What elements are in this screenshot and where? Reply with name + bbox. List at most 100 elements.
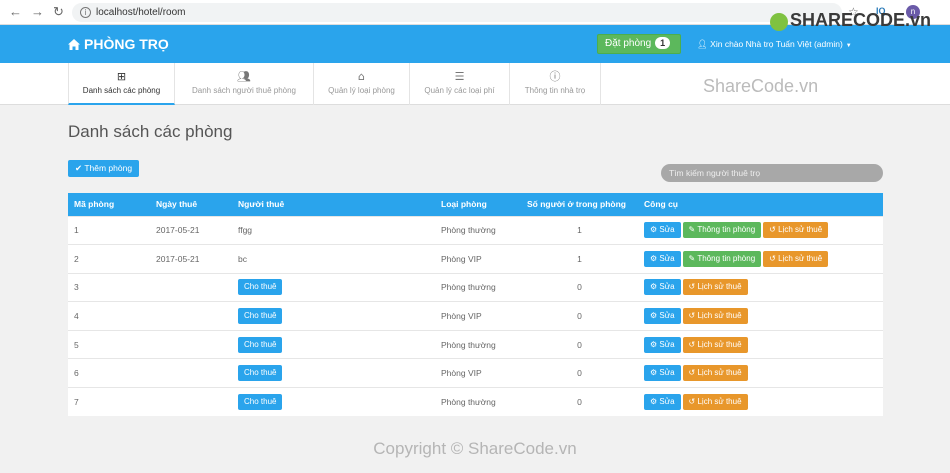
room-info-label: Thông tin phòng <box>697 253 756 263</box>
url-text: localhost/hotel/room <box>96 7 186 18</box>
rent-history-button[interactable]: ↺ Lịch sử thuê <box>763 222 829 239</box>
page-title: Danh sách các phòng <box>68 122 233 141</box>
tenant-cell: Cho thuê <box>232 301 435 331</box>
rent-out-button[interactable]: Cho thuê <box>238 308 283 325</box>
room-type-cell: Phòng thường <box>435 329 521 359</box>
rent-history-button[interactable]: ↺ Lịch sử thuê <box>682 336 748 353</box>
booking-button[interactable]: Đặt phòng 1 <box>597 34 681 54</box>
column-header: Loại phòng <box>435 193 521 216</box>
info-icon: ⓘ <box>549 70 561 83</box>
edit-label: Sửa <box>659 225 675 235</box>
room-id-cell: 5 <box>68 329 150 359</box>
edit-button[interactable]: ⚙ Sửa <box>644 222 681 239</box>
rent-history-label: Lịch sử thuê <box>697 397 742 407</box>
tenant-cell: Cho thuê <box>232 358 435 388</box>
users-icon: 👥︎ <box>237 70 251 83</box>
rent-out-button[interactable]: Cho thuê <box>238 394 283 411</box>
tab-room-types[interactable]: ⌂ Quản lý loại phòng <box>314 63 410 105</box>
tab-label: Danh sách người thuê phòng <box>191 86 296 95</box>
rent-date-cell <box>150 301 232 331</box>
occupant-count-cell: 1 <box>521 215 638 245</box>
watermark-top: SHARECODE.vn <box>790 10 932 30</box>
table-row: 5 Cho thuê Phòng thường 0 ⚙ Sửa ↺ Lịch sử thu… <box>68 329 883 359</box>
edit-button[interactable]: ⚙ Sửa <box>644 250 681 267</box>
edit-button[interactable]: ⚙ Sửa <box>644 394 681 411</box>
edit-button[interactable]: ⚙ Sửa <box>644 365 681 382</box>
tab-label: Danh sách các phòng <box>82 86 161 95</box>
rent-date-cell <box>150 329 232 359</box>
edit-label: Sửa <box>659 253 675 263</box>
home-icon <box>68 39 80 50</box>
rent-history-button[interactable]: ↺ Lịch sử thuê <box>682 279 748 296</box>
room-type-cell: Phòng thường <box>435 272 521 302</box>
tab-room-list[interactable]: ⊞ Danh sách các phòng <box>68 63 175 105</box>
tab-tenant-list[interactable]: 👥︎ Danh sách người thuê phòng <box>175 63 314 105</box>
site-info-icon[interactable]: i <box>80 7 91 18</box>
rent-date-cell <box>150 358 232 388</box>
occupant-count-cell: 0 <box>521 387 638 417</box>
add-room-button[interactable]: ✔ Thêm phòng <box>68 160 140 177</box>
rent-history-button[interactable]: ↺ Lịch sử thuê <box>682 365 748 382</box>
room-info-label: Thông tin phòng <box>697 225 756 235</box>
add-room-label: Thêm phòng <box>84 163 133 173</box>
edit-button[interactable]: ⚙ Sửa <box>644 336 681 353</box>
occupant-count-cell: 0 <box>521 329 638 359</box>
rent-history-button[interactable]: ↺ Lịch sử thuê <box>763 250 829 267</box>
tenant-search-input[interactable]: Tìm kiếm người thuê trọ <box>661 164 883 182</box>
occupant-count-cell: 1 <box>521 244 638 274</box>
room-type-cell: Phòng thường <box>435 387 521 417</box>
forward-icon[interactable]: → <box>31 5 44 19</box>
gear-icon: ⚙ <box>650 225 660 235</box>
edit-label: Sửa <box>659 339 675 349</box>
rent-date-cell <box>150 387 232 417</box>
edit-button[interactable]: ⚙ Sửa <box>644 308 681 325</box>
column-header: Mã phòng <box>68 193 150 216</box>
table-row: 6 Cho thuê Phòng VIP 0 ⚙ Sửa ↺ Lịch sử thuê <box>68 358 883 388</box>
rent-history-button[interactable]: ↺ Lịch sử thuê <box>682 308 748 325</box>
edit-button[interactable]: ⚙ Sửa <box>644 279 681 296</box>
rent-date-cell <box>150 272 232 302</box>
tab-info[interactable]: ⓘ Thông tin nhà trọ <box>510 63 601 105</box>
reload-icon[interactable]: ↻ <box>53 5 64 19</box>
edit-label: Sửa <box>659 311 675 321</box>
room-table: Mã phòng Ngày thuê Người thuê Loại phòng… <box>68 193 883 417</box>
column-header: Công cụ <box>638 193 883 216</box>
tenant-cell: bc <box>232 244 435 274</box>
sharecode-logo-icon <box>770 13 788 31</box>
table-header-row: Mã phòng Ngày thuê Người thuê Loại phòng… <box>68 193 883 216</box>
tools-cell: ⚙ Sửa ↺ Lịch sử thuê <box>638 329 883 359</box>
rent-history-button[interactable]: ↺ Lịch sử thuê <box>682 394 748 411</box>
room-id-cell: 1 <box>68 215 150 245</box>
occupant-count-cell: 0 <box>521 301 638 331</box>
booking-label: Đặt phòng <box>605 38 652 49</box>
history-icon: ↺ <box>769 225 779 235</box>
edit-icon: ✎ <box>688 225 698 235</box>
rent-history-label: Lịch sử thuê <box>697 311 742 321</box>
edit-label: Sửa <box>659 282 675 292</box>
rent-out-button[interactable]: Cho thuê <box>238 336 283 353</box>
gear-icon: ⚙ <box>650 311 660 321</box>
user-icon: 👤︎ <box>697 40 708 50</box>
gear-icon: ⚙ <box>650 339 660 349</box>
gear-icon: ⚙ <box>650 282 660 292</box>
gear-icon: ⚙ <box>650 397 660 407</box>
user-menu[interactable]: 👤︎ Xin chào Nhà trọ Tuấn Việt (admin) ▼ <box>697 39 852 50</box>
room-type-cell: Phòng VIP <box>435 358 521 388</box>
room-info-button[interactable]: ✎ Thông tin phòng <box>682 250 762 267</box>
table-row: 7 Cho thuê Phòng thường 0 ⚙ Sửa ↺ Lịch sử thu… <box>68 387 883 417</box>
history-icon: ↺ <box>769 253 779 263</box>
table-row: 2 2017-05-21 bc Phòng VIP 1 ⚙ Sửa ✎ Thông tin … <box>68 244 883 274</box>
room-info-button[interactable]: ✎ Thông tin phòng <box>682 222 762 239</box>
tab-fees[interactable]: ☰ Quản lý các loại phí <box>410 63 510 105</box>
rent-out-button[interactable]: Cho thuê <box>238 279 283 296</box>
rent-out-button[interactable]: Cho thuê <box>238 365 283 382</box>
rent-date-cell: 2017-05-21 <box>150 215 232 245</box>
watermark-copyright: Copyright © ShareCode.vn <box>373 439 577 458</box>
rent-history-label: Lịch sử thuê <box>697 339 742 349</box>
address-bar[interactable]: i localhost/hotel/room <box>72 3 842 22</box>
back-icon[interactable]: ← <box>9 5 22 19</box>
tools-cell: ⚙ Sửa ✎ Thông tin phòng ↺ Lịch sử thuê <box>638 215 883 245</box>
brand[interactable]: PHÒNG TRỌ <box>68 36 169 52</box>
tools-cell: ⚙ Sửa ↺ Lịch sử thuê <box>638 301 883 331</box>
table-row: 3 Cho thuê Phòng thường 0 ⚙ Sửa ↺ Lịch sử thu… <box>68 272 883 302</box>
